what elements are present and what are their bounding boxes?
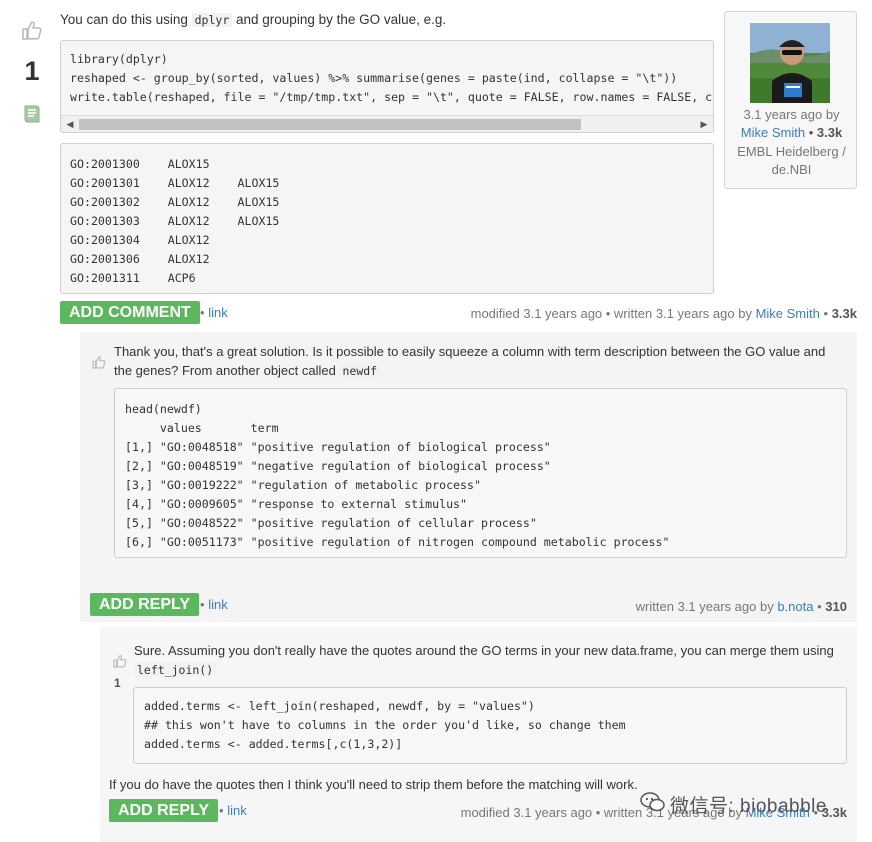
- add-comment-button[interactable]: ADD COMMENT: [60, 301, 200, 324]
- code-line: values term: [125, 421, 279, 435]
- thumbs-up-icon[interactable]: [20, 18, 44, 42]
- comment-2-vote-count: 1: [114, 676, 121, 690]
- code-line: [3,] "GO:0019222" "regulation of metabol…: [125, 478, 481, 492]
- code-line: added.terms <- added.terms[,c(1,3,2)]: [144, 737, 403, 751]
- user-card: 3.1 years ago by Mike Smith • 3.3k EMBL …: [724, 11, 857, 189]
- code-line: ## this won't have to columns in the ord…: [144, 718, 626, 732]
- bookmark-icon[interactable]: [20, 102, 44, 126]
- answer-author-link[interactable]: Mike Smith: [756, 306, 820, 321]
- output-line: GO:2001304 ALOX12: [70, 233, 210, 247]
- answer-meta: modified 3.1 years ago • written 3.1 yea…: [470, 306, 857, 321]
- comment-1-text: Thank you, that's a great solution. Is i…: [114, 344, 826, 378]
- inline-code-left-join: left_join(): [134, 663, 217, 677]
- code-line: [1,] "GO:0048518" "positive regulation o…: [125, 440, 551, 454]
- output-line: GO:2001306 ALOX12: [70, 252, 210, 266]
- code-line: [2,] "GO:0048519" "negative regulation o…: [125, 459, 551, 473]
- user-affiliation-2: de.NBI: [771, 162, 812, 177]
- output-line: GO:2001301 ALOX12 ALOX15: [70, 176, 280, 190]
- comment-1-meta: written 3.1 years ago by b.nota • 310: [635, 599, 847, 614]
- code-line: library(dplyr): [70, 52, 168, 66]
- comment-2-text: Sure. Assuming you don't really have the…: [134, 643, 834, 677]
- thumbs-up-icon[interactable]: [112, 653, 128, 669]
- scroll-left-arrow-icon[interactable]: ◀: [63, 116, 77, 132]
- code-block-newdf: head(newdf) values term [1,] "GO:0048518…: [114, 388, 847, 558]
- output-line: GO:2001302 ALOX12 ALOX15: [70, 195, 280, 209]
- user-affiliation-1: EMBL Heidelberg /: [737, 144, 846, 159]
- answer-link[interactable]: link: [208, 305, 228, 320]
- code-block-dplyr: library(dplyr) reshaped <- group_by(sort…: [60, 40, 714, 133]
- code-line: [6,] "GO:0051173" "positive regulation o…: [125, 535, 670, 549]
- thumbs-up-icon[interactable]: [91, 354, 107, 370]
- comment-1-author-link[interactable]: b.nota: [777, 599, 813, 614]
- user-card-name-row: Mike Smith • 3.3k: [740, 125, 843, 140]
- comment-1-link[interactable]: link: [208, 597, 228, 612]
- wechat-logo-icon: [640, 791, 666, 813]
- answer-intro: You can do this using dplyr and grouping…: [60, 12, 447, 27]
- code-line: [4,] "GO:0009605" "response to external …: [125, 497, 468, 511]
- add-reply-button[interactable]: ADD REPLY: [90, 593, 199, 616]
- code-line: write.table(reshaped, file = "/tmp/tmp.t…: [70, 90, 713, 104]
- comment-1-author-rep: 310: [825, 599, 847, 614]
- output-line: GO:2001300 ALOX15: [70, 157, 210, 171]
- answer-vote-column: 1: [14, 18, 50, 126]
- avatar[interactable]: [750, 23, 830, 103]
- add-reply-button[interactable]: ADD REPLY: [109, 799, 218, 822]
- output-block: GO:2001300 ALOX15 GO:2001301 ALOX12 ALOX…: [60, 143, 714, 294]
- inline-code-dplyr: dplyr: [191, 13, 233, 27]
- code-line: head(newdf): [125, 402, 202, 416]
- comment-2-footer: If you do have the quotes then I think y…: [109, 777, 638, 792]
- code-line: added.terms <- left_join(reshaped, newdf…: [144, 699, 535, 713]
- code-line: reshaped <- group_by(sorted, values) %>%…: [70, 71, 678, 85]
- comment-2-link[interactable]: link: [227, 803, 247, 818]
- comment-1-link-row: • link: [200, 597, 228, 612]
- user-card-time: 3.1 years ago by: [743, 107, 840, 122]
- comment-2-link-row: • link: [219, 803, 247, 818]
- user-name-link[interactable]: Mike Smith: [741, 125, 805, 140]
- output-line: GO:2001311 ACP6: [70, 271, 196, 285]
- code-line: [5,] "GO:0048522" "positive regulation o…: [125, 516, 537, 530]
- answer-link-row: • link: [200, 305, 228, 320]
- watermark-text: 微信号: biobabble: [670, 796, 827, 817]
- inline-code-newdf: newdf: [339, 364, 381, 378]
- code-block-left-join: added.terms <- left_join(reshaped, newdf…: [133, 687, 847, 764]
- answer-author-rep: 3.3k: [831, 306, 857, 321]
- scroll-thumb[interactable]: [79, 119, 581, 130]
- user-rep: 3.3k: [816, 125, 843, 140]
- vote-count: 1: [24, 56, 40, 86]
- horizontal-scrollbar[interactable]: ◀ ▶: [61, 115, 713, 132]
- output-line: GO:2001303 ALOX12 ALOX15: [70, 214, 280, 228]
- scroll-right-arrow-icon[interactable]: ▶: [697, 116, 711, 132]
